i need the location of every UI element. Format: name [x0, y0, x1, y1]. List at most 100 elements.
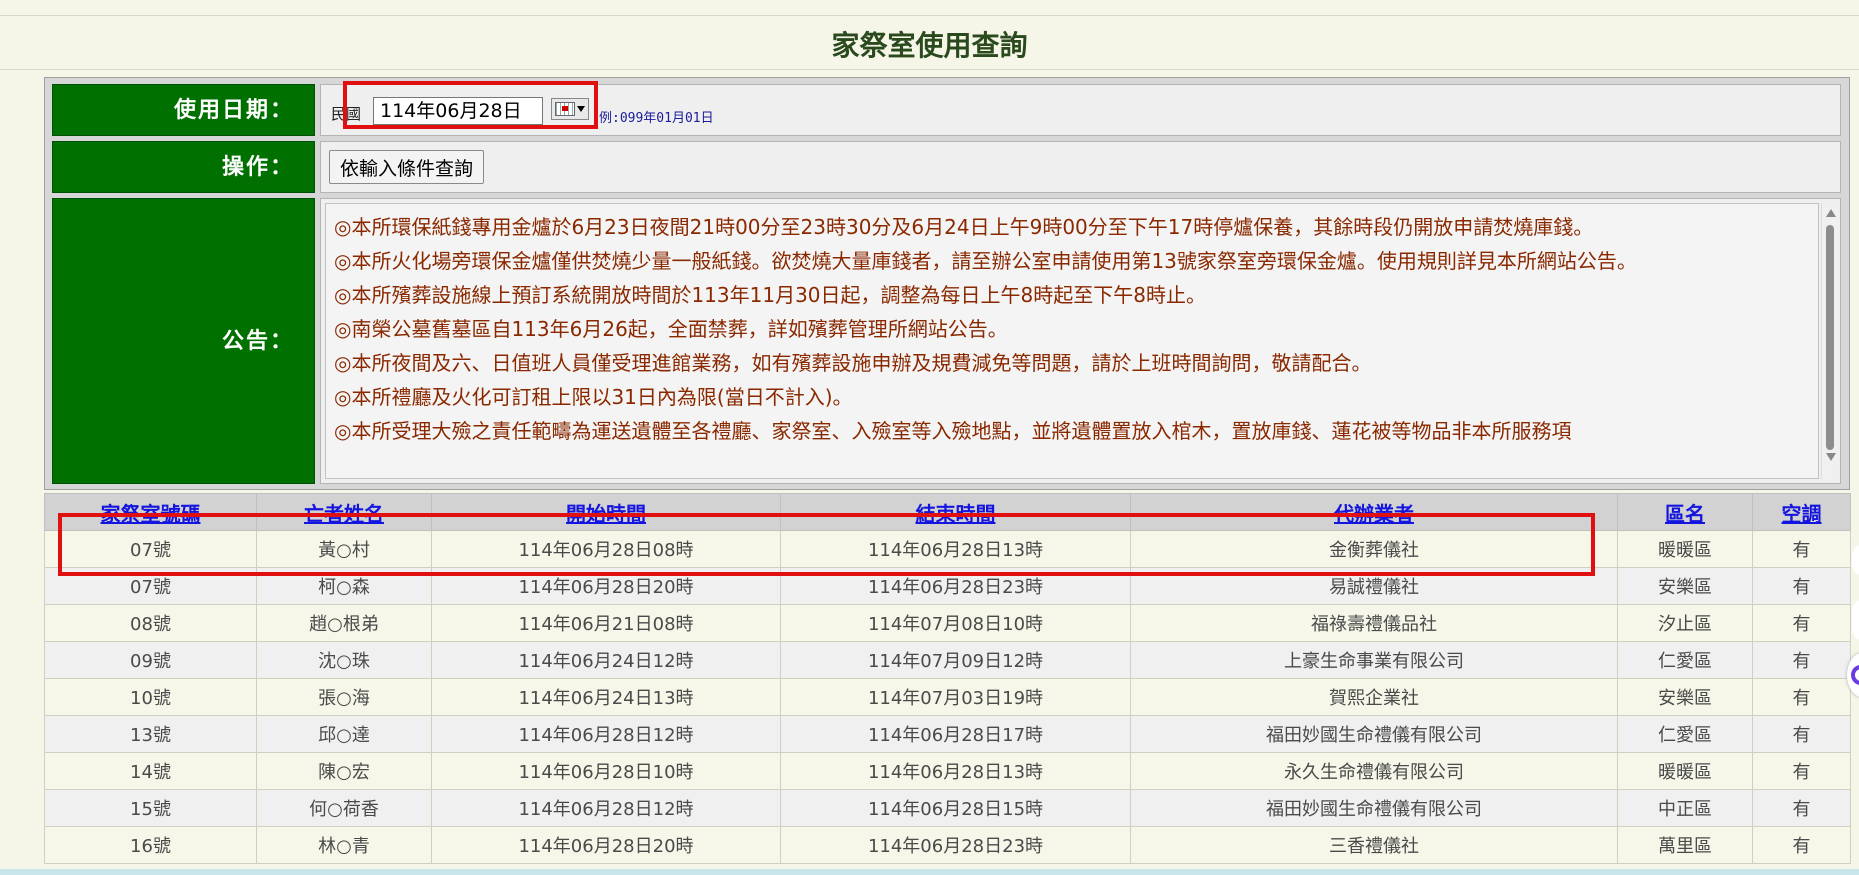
header-ac-link[interactable]: 空調	[1782, 502, 1822, 526]
table-row: 09號 沈○珠 114年06月24日12時 114年07月09日12時 上豪生命…	[44, 641, 1851, 679]
cell-district: 安樂區	[1617, 678, 1753, 716]
scroll-thumb[interactable]	[1826, 225, 1834, 450]
minguo-prefix: 民國	[331, 105, 362, 123]
table-row: 10號 張○海 114年06月24日13時 114年07月03日19時 賀熙企業…	[44, 678, 1851, 716]
table-row: 07號 柯○森 114年06月28日20時 114年06月28日23時 易誠禮儀…	[44, 567, 1851, 605]
cell-start: 114年06月28日08時	[431, 530, 781, 568]
date-format-hint: 例:099年01月01日	[599, 111, 714, 126]
header-room[interactable]: 家祭室號碼	[44, 493, 257, 531]
cell-end: 114年06月28日23時	[780, 567, 1131, 605]
cell-name: 陳○宏	[256, 752, 432, 790]
cell-start: 114年06月28日12時	[431, 715, 781, 753]
notice-value-cell: ◎本所環保紙錢專用金爐於6月23日夜間21時00分至23時30分及6月24日上午…	[320, 198, 1841, 484]
cell-ac: 有	[1752, 641, 1851, 679]
cell-end: 114年06月28日13時	[780, 752, 1131, 790]
cell-agent: 易誠禮儀社	[1130, 567, 1618, 605]
cell-end: 114年06月28日17時	[780, 715, 1131, 753]
scroll-down-icon[interactable]	[1826, 453, 1836, 461]
cell-ac: 有	[1752, 826, 1851, 864]
notice-line: ◎本所夜間及六、日值班人員僅受理進館業務，如有殯葬設施申辦及規費減免等問題，請於…	[334, 351, 1372, 375]
notice-line: ◎南榮公墓舊墓區自113年6月26起，全面禁葬，詳如殯葬管理所網站公告。	[334, 317, 1008, 341]
cell-district: 中正區	[1617, 789, 1753, 827]
table-row: 16號 林○青 114年06月28日20時 114年06月28日23時 三香禮儀…	[44, 826, 1851, 864]
header-start-link[interactable]: 開始時間	[566, 502, 646, 526]
cell-ac: 有	[1752, 678, 1851, 716]
scroll-up-icon[interactable]	[1826, 209, 1836, 217]
header-agent-link[interactable]: 代辦業者	[1334, 502, 1414, 526]
cell-district: 暖暖區	[1617, 530, 1753, 568]
cell-room: 16號	[44, 826, 257, 864]
cell-start: 114年06月24日13時	[431, 678, 781, 716]
cell-end: 114年07月08日10時	[780, 604, 1131, 642]
header-room-link[interactable]: 家祭室號碼	[101, 502, 201, 526]
table-header-row: 家祭室號碼 亡者姓名 開始時間 結束時間 代辦業者 區名 空調	[44, 493, 1851, 531]
date-value-cell: 民國 114年06月28日 例:099年01月01日	[320, 84, 1841, 136]
cell-agent: 金衡葬儀社	[1130, 530, 1618, 568]
title-divider	[0, 69, 1859, 70]
notice-line: ◎本所禮廳及火化可訂租上限以31日內為限(當日不計入)。	[334, 385, 853, 409]
header-district[interactable]: 區名	[1617, 493, 1753, 531]
cell-end: 114年06月28日13時	[780, 530, 1131, 568]
calendar-button[interactable]	[551, 98, 589, 120]
top-divider	[0, 15, 1859, 16]
header-ac[interactable]: 空調	[1752, 493, 1851, 531]
page-title: 家祭室使用查詢	[831, 29, 1028, 62]
cell-agent: 福田妙國生命禮儀有限公司	[1130, 715, 1618, 753]
cell-ac: 有	[1752, 715, 1851, 753]
date-input[interactable]: 114年06月28日	[373, 97, 543, 125]
cell-agent: 三香禮儀社	[1130, 826, 1618, 864]
cell-agent: 福田妙國生命禮儀有限公司	[1130, 789, 1618, 827]
cell-ac: 有	[1752, 530, 1851, 568]
notice-label: 公告：	[52, 198, 315, 484]
table-row: 15號 何○荷香 114年06月28日12時 114年06月28日15時 福田妙…	[44, 789, 1851, 827]
cell-name: 黃○村	[256, 530, 432, 568]
cell-district: 安樂區	[1617, 567, 1753, 605]
cell-district: 汐止區	[1617, 604, 1753, 642]
side-tab[interactable]	[1852, 600, 1859, 640]
cell-name: 何○荷香	[256, 789, 432, 827]
date-label: 使用日期：	[52, 84, 315, 136]
header-end[interactable]: 結束時間	[780, 493, 1131, 531]
notice-textarea[interactable]: ◎本所環保紙錢專用金爐於6月23日夜間21時00分至23時30分及6月24日上午…	[325, 203, 1819, 479]
header-agent[interactable]: 代辦業者	[1130, 493, 1618, 531]
header-district-link[interactable]: 區名	[1665, 502, 1705, 526]
assistant-icon	[1851, 665, 1859, 685]
cell-district: 仁愛區	[1617, 715, 1753, 753]
cell-agent: 永久生命禮儀有限公司	[1130, 752, 1618, 790]
header-start[interactable]: 開始時間	[431, 493, 781, 531]
query-button[interactable]: 依輸入條件查詢	[329, 150, 485, 184]
cell-name: 柯○森	[256, 567, 432, 605]
dropdown-arrow-icon	[577, 106, 585, 112]
cell-ac: 有	[1752, 567, 1851, 605]
cell-name: 趙○根弟	[256, 604, 432, 642]
cell-name: 沈○珠	[256, 641, 432, 679]
cell-start: 114年06月28日10時	[431, 752, 781, 790]
cell-name: 林○青	[256, 826, 432, 864]
header-name[interactable]: 亡者姓名	[256, 493, 432, 531]
cell-room: 14號	[44, 752, 257, 790]
cell-ac: 有	[1752, 604, 1851, 642]
header-name-link[interactable]: 亡者姓名	[304, 502, 384, 526]
cell-name: 邱○達	[256, 715, 432, 753]
cell-end: 114年07月09日12時	[780, 641, 1131, 679]
cell-end: 114年06月28日23時	[780, 826, 1131, 864]
calendar-icon	[555, 102, 575, 116]
notice-line: ◎本所火化場旁環保金爐僅供焚燒少量一般紙錢。欲焚燒大量庫錢者，請至辦公室申請使用…	[334, 249, 1637, 273]
cell-start: 114年06月21日08時	[431, 604, 781, 642]
cell-start: 114年06月28日20時	[431, 826, 781, 864]
cell-start: 114年06月28日20時	[431, 567, 781, 605]
cell-room: 13號	[44, 715, 257, 753]
cell-agent: 賀熙企業社	[1130, 678, 1618, 716]
cell-room: 07號	[44, 567, 257, 605]
notice-scrollbar[interactable]	[1821, 203, 1838, 479]
side-tab[interactable]	[1852, 545, 1859, 575]
header-end-link[interactable]: 結束時間	[916, 502, 996, 526]
cell-district: 仁愛區	[1617, 641, 1753, 679]
cell-room: 10號	[44, 678, 257, 716]
notice-line: ◎本所受理大殮之責任範疇為運送遺體至各禮廳、家祭室、入殮室等入殮地點，並將遺體置…	[334, 419, 1572, 443]
table-row: 14號 陳○宏 114年06月28日10時 114年06月28日13時 永久生命…	[44, 752, 1851, 790]
cell-agent: 上豪生命事業有限公司	[1130, 641, 1618, 679]
cell-room: 08號	[44, 604, 257, 642]
cell-end: 114年06月28日15時	[780, 789, 1131, 827]
operation-label: 操作：	[52, 141, 315, 193]
